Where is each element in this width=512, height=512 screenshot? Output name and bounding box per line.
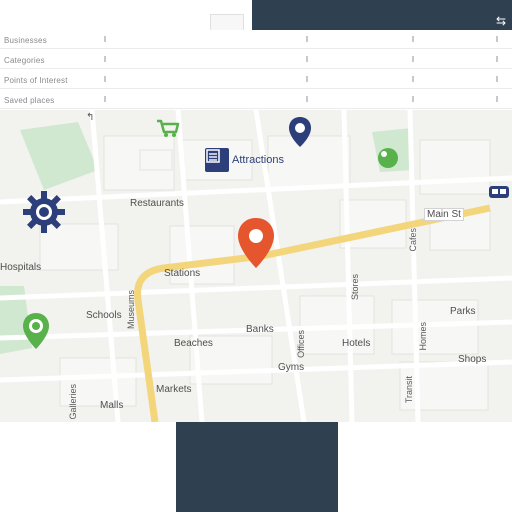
back-arrow-icon[interactable]: ↰ [86,112,94,123]
street-label: Parks [450,306,476,317]
location-pin-icon[interactable] [288,116,312,148]
bottom-dark-panel [176,422,338,512]
street-label: Restaurants [130,198,184,209]
park-icon[interactable] [378,148,398,168]
street-label: Galleries [68,384,78,420]
filter-row-label[interactable]: Saved places [4,96,54,105]
filter-panel: Businesses Categories Points of Interest… [0,30,512,111]
street-label: Banks [246,324,274,335]
location-pin-icon[interactable] [236,216,276,270]
street-label: Stores [350,274,360,301]
street-label: Schools [86,310,122,321]
street-label: Cafes [408,228,418,252]
bus-icon[interactable] [488,184,510,202]
gear-icon[interactable] [22,190,66,234]
street-label: Hospitals [0,262,42,273]
poi-label[interactable]: Attractions [232,154,284,166]
filter-row-label[interactable]: Categories [4,56,45,65]
road-label: Main St [424,208,464,221]
filter-icon[interactable]: ⇆ [496,14,506,28]
cart-icon[interactable] [156,118,180,138]
building-icon[interactable] [205,148,229,172]
park-area [20,122,98,190]
street-label: Hotels [342,338,371,349]
location-pin-icon[interactable] [22,312,50,350]
titlebar-dark-region [252,0,512,30]
street-label: Stations [164,268,201,279]
map-canvas[interactable]: Main St Attractions Restaurants Stations… [0,110,512,422]
street-label: Markets [156,384,192,395]
filter-row-label[interactable]: Points of Interest [4,76,68,85]
street-label: Museums [126,290,136,330]
street-label: Transit [404,376,414,404]
street-label: Homes [418,322,428,351]
filter-row-label[interactable]: Businesses [4,36,47,45]
street-label: Beaches [174,338,213,349]
street-label: Offices [296,330,306,358]
street-label: Shops [458,354,487,365]
street-label: Malls [100,400,124,411]
street-label: Gyms [278,362,305,373]
